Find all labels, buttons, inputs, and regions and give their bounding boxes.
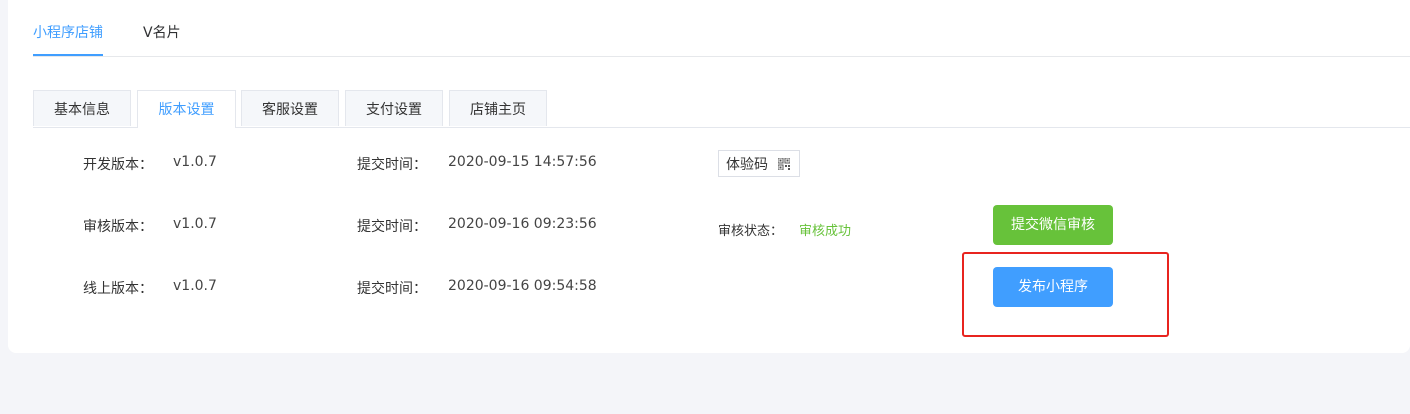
tab-v-card[interactable]: V名片 — [143, 22, 181, 52]
qr-code-icon — [778, 157, 790, 170]
audit-version-label: 审核版本： — [83, 219, 153, 235]
audit-status-label: 审核状态： — [718, 224, 784, 239]
audit-submit-time-label: 提交时间： — [357, 219, 427, 235]
tab-basic-info[interactable]: 基本信息 — [33, 90, 131, 126]
tab-store-homepage[interactable]: 店铺主页 — [449, 90, 547, 126]
tab-mini-program-store[interactable]: 小程序店铺 — [33, 22, 103, 56]
online-submit-time-value: 2020-09-16 09:54:58 — [448, 278, 597, 294]
sub-tab-bar: 基本信息 版本设置 客服设置 支付设置 店铺主页 — [33, 90, 1410, 128]
audit-status-value: 审核成功 — [799, 224, 852, 239]
online-version-value: v1.0.7 — [173, 278, 217, 294]
dev-submit-time-label: 提交时间： — [357, 157, 427, 173]
submit-wechat-audit-button[interactable]: 提交微信审核 — [993, 205, 1113, 245]
dev-version-label: 开发版本： — [83, 157, 153, 173]
top-tab-bar: 小程序店铺 V名片 — [33, 0, 1410, 57]
tab-payment-settings[interactable]: 支付设置 — [345, 90, 443, 126]
main-card: 小程序店铺 V名片 基本信息 版本设置 客服设置 支付设置 店铺主页 开发版本：… — [8, 0, 1410, 353]
experience-code-button[interactable]: 体验码 — [718, 150, 800, 177]
online-submit-time-label: 提交时间： — [357, 281, 427, 297]
audit-version-value: v1.0.7 — [173, 216, 217, 232]
highlight-box — [962, 252, 1169, 337]
tab-customer-service[interactable]: 客服设置 — [241, 90, 339, 126]
tab-version-settings[interactable]: 版本设置 — [137, 90, 236, 128]
experience-code-label: 体验码 — [726, 156, 768, 173]
dev-version-value: v1.0.7 — [173, 154, 217, 170]
dev-submit-time-value: 2020-09-15 14:57:56 — [448, 154, 597, 170]
online-version-label: 线上版本： — [83, 281, 153, 297]
audit-submit-time-value: 2020-09-16 09:23:56 — [448, 216, 597, 232]
